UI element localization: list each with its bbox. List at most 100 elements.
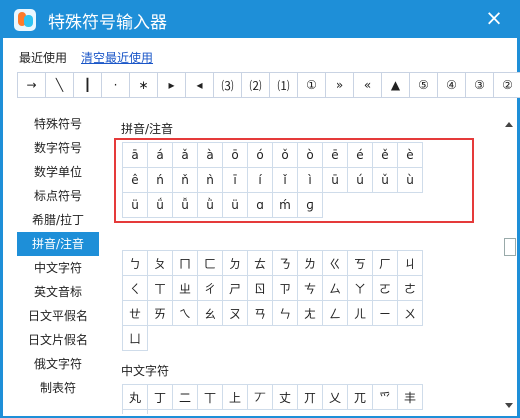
symbol-cell[interactable]: ㄏ bbox=[372, 250, 398, 276]
symbol-cell[interactable]: ɡ bbox=[297, 192, 323, 218]
symbol-cell[interactable]: 丰 bbox=[397, 384, 423, 410]
recent-symbol-cell[interactable]: · bbox=[101, 72, 130, 98]
sidebar-item[interactable]: 俄文字符 bbox=[17, 352, 99, 376]
recent-symbol-cell[interactable]: ② bbox=[493, 72, 520, 98]
symbol-cell[interactable]: ㄧ bbox=[372, 300, 398, 326]
symbol-cell[interactable]: ㄅ bbox=[122, 250, 148, 276]
recent-symbol-cell[interactable]: « bbox=[353, 72, 382, 98]
symbol-cell[interactable]: ǐ bbox=[272, 167, 298, 193]
recent-symbol-cell[interactable]: ⑴ bbox=[269, 72, 298, 98]
symbol-cell[interactable]: 丆 bbox=[247, 384, 273, 410]
symbol-cell[interactable]: 羊 bbox=[122, 409, 148, 414]
symbol-cell[interactable]: 丈 bbox=[272, 384, 298, 410]
symbol-cell[interactable]: ㄙ bbox=[322, 275, 348, 301]
symbol-cell[interactable]: í bbox=[247, 167, 273, 193]
scroll-thumb[interactable] bbox=[504, 238, 516, 256]
symbol-cell[interactable]: ㄆ bbox=[147, 250, 173, 276]
recent-symbol-cell[interactable]: ╲ bbox=[45, 72, 74, 98]
scroll-up-icon[interactable] bbox=[505, 122, 513, 127]
symbol-cell[interactable]: ò bbox=[297, 142, 323, 168]
symbol-cell[interactable]: ā bbox=[122, 142, 148, 168]
recent-symbol-cell[interactable]: ┃ bbox=[73, 72, 102, 98]
symbol-cell[interactable]: 二 bbox=[172, 384, 198, 410]
sidebar-item[interactable]: 特殊符号 bbox=[17, 112, 99, 136]
symbol-cell[interactable]: 丁 bbox=[147, 384, 173, 410]
symbol-cell[interactable]: ㄨ bbox=[397, 300, 423, 326]
symbol-cell[interactable]: ㄝ bbox=[122, 300, 148, 326]
recent-symbol-cell[interactable]: ⑵ bbox=[241, 72, 270, 98]
symbol-cell[interactable]: ō bbox=[222, 142, 248, 168]
sidebar-item[interactable]: 拼音/注音 bbox=[17, 232, 99, 256]
symbol-cell[interactable]: 上 bbox=[222, 384, 248, 410]
symbol-cell[interactable]: ㄡ bbox=[222, 300, 248, 326]
scroll-down-icon[interactable] bbox=[505, 403, 513, 408]
recent-symbol-cell[interactable]: ① bbox=[297, 72, 326, 98]
symbol-cell[interactable]: ㄞ bbox=[147, 300, 173, 326]
recent-symbol-cell[interactable]: → bbox=[17, 72, 46, 98]
symbol-cell[interactable]: ㄚ bbox=[347, 275, 373, 301]
sidebar-item[interactable]: 中文字符 bbox=[17, 256, 99, 280]
symbol-cell[interactable]: ㄎ bbox=[347, 250, 373, 276]
sidebar-item[interactable]: 数学单位 bbox=[17, 160, 99, 184]
recent-symbol-cell[interactable]: ⑶ bbox=[213, 72, 242, 98]
symbol-cell[interactable]: ㄉ bbox=[222, 250, 248, 276]
symbol-cell[interactable]: 兀 bbox=[347, 384, 373, 410]
symbol-cell[interactable]: ㄥ bbox=[322, 300, 348, 326]
sidebar-item[interactable]: 标点符号 bbox=[17, 184, 99, 208]
symbol-cell[interactable]: ㄔ bbox=[197, 275, 223, 301]
symbol-cell[interactable]: ī bbox=[222, 167, 248, 193]
symbol-cell[interactable]: ǹ bbox=[197, 167, 223, 193]
recent-symbol-cell[interactable]: ▲ bbox=[381, 72, 410, 98]
symbol-cell[interactable]: ㄇ bbox=[172, 250, 198, 276]
symbol-cell[interactable]: ǎ bbox=[172, 142, 198, 168]
symbol-cell[interactable]: á bbox=[147, 142, 173, 168]
recent-symbol-cell[interactable]: ③ bbox=[465, 72, 494, 98]
symbol-cell[interactable]: ḿ bbox=[272, 192, 298, 218]
symbol-cell[interactable]: ㄜ bbox=[397, 275, 423, 301]
recent-symbol-cell[interactable]: ∗ bbox=[129, 72, 158, 98]
symbol-cell[interactable]: 乂 bbox=[322, 384, 348, 410]
symbol-cell[interactable]: ㄛ bbox=[372, 275, 398, 301]
symbol-cell[interactable]: ǜ bbox=[197, 192, 223, 218]
symbol-cell[interactable]: ㄑ bbox=[122, 275, 148, 301]
symbol-cell[interactable]: 爫 bbox=[372, 384, 398, 410]
vertical-scrollbar[interactable] bbox=[502, 116, 517, 414]
symbol-cell[interactable]: ㄕ bbox=[222, 275, 248, 301]
symbol-cell[interactable]: 丸 bbox=[122, 384, 148, 410]
sidebar-item[interactable]: 制表符 bbox=[17, 376, 99, 400]
symbol-cell[interactable]: ǔ bbox=[372, 167, 398, 193]
sidebar-item[interactable]: 日文平假名 bbox=[17, 304, 99, 328]
symbol-cell[interactable]: ǒ bbox=[272, 142, 298, 168]
symbol-cell[interactable]: ù bbox=[397, 167, 423, 193]
symbol-cell[interactable]: ń bbox=[147, 167, 173, 193]
symbol-cell[interactable]: ㄌ bbox=[297, 250, 323, 276]
symbol-cell[interactable]: ň bbox=[172, 167, 198, 193]
symbol-cell[interactable]: é bbox=[347, 142, 373, 168]
symbol-cell[interactable]: ㄒ bbox=[147, 275, 173, 301]
symbol-cell[interactable]: ㄖ bbox=[247, 275, 273, 301]
symbol-cell[interactable]: ㄢ bbox=[247, 300, 273, 326]
symbol-cell[interactable]: ê bbox=[122, 167, 148, 193]
sidebar-item[interactable]: 英文音标 bbox=[17, 280, 99, 304]
recent-symbol-cell[interactable]: ◂ bbox=[185, 72, 214, 98]
symbol-cell[interactable]: ㄦ bbox=[347, 300, 373, 326]
symbol-cell[interactable]: ㄍ bbox=[322, 250, 348, 276]
symbol-cell[interactable]: ㄣ bbox=[272, 300, 298, 326]
recent-symbol-cell[interactable]: ④ bbox=[437, 72, 466, 98]
symbol-cell[interactable]: ó bbox=[247, 142, 273, 168]
symbol-cell[interactable]: à bbox=[197, 142, 223, 168]
recent-symbol-cell[interactable]: » bbox=[325, 72, 354, 98]
recent-symbol-cell[interactable]: ▸ bbox=[157, 72, 186, 98]
symbol-cell[interactable]: ㄘ bbox=[297, 275, 323, 301]
symbol-cell[interactable]: ㄐ bbox=[397, 250, 423, 276]
symbol-cell[interactable]: 丅 bbox=[197, 384, 223, 410]
symbol-cell[interactable]: ㄤ bbox=[297, 300, 323, 326]
symbol-cell[interactable]: ㄊ bbox=[247, 250, 273, 276]
symbol-cell[interactable]: ㄗ bbox=[272, 275, 298, 301]
symbol-cell[interactable]: ǚ bbox=[172, 192, 198, 218]
symbol-cell[interactable]: è bbox=[397, 142, 423, 168]
sidebar-item[interactable]: 数字符号 bbox=[17, 136, 99, 160]
recent-symbol-cell[interactable]: ⑤ bbox=[409, 72, 438, 98]
symbol-cell[interactable]: ū bbox=[322, 167, 348, 193]
symbol-cell[interactable]: 丌 bbox=[297, 384, 323, 410]
